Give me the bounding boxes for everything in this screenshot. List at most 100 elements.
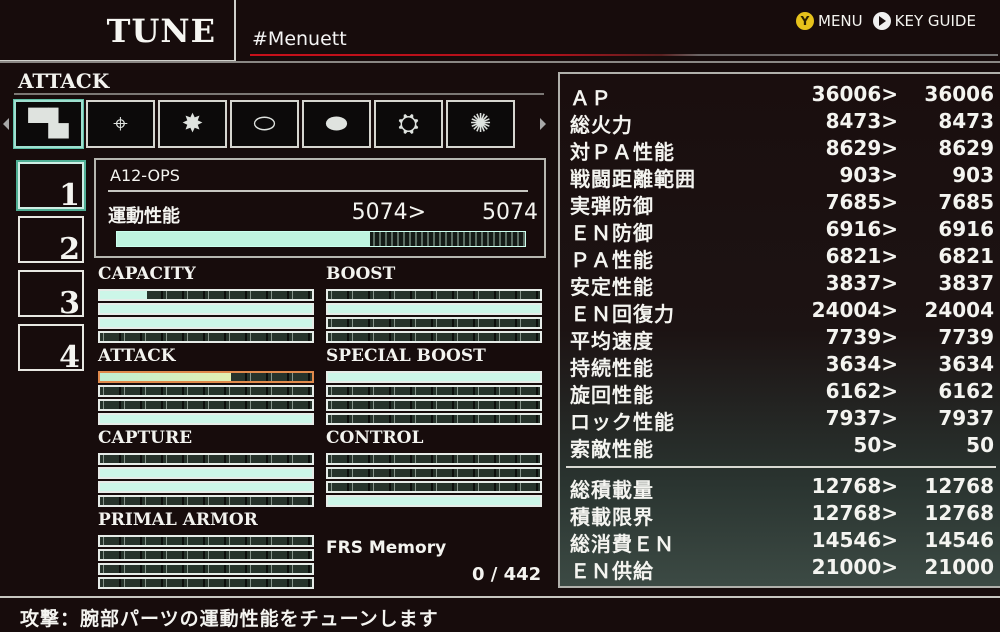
- stat-before: 3837>: [825, 271, 898, 295]
- stat-after: 6916: [938, 217, 994, 241]
- tune-bar[interactable]: [98, 577, 314, 589]
- part-category-strip: ▀▙ ⌖ ✸ ⬭ ⬬ ⛭ ✺: [14, 100, 515, 148]
- stat-after: 14546: [924, 528, 994, 552]
- part-category-core[interactable]: ✺: [446, 100, 515, 148]
- tune-bar-fill: [100, 291, 147, 299]
- stat-row: 総火力 8473> 8473: [568, 109, 998, 137]
- tune-group-title: CAPACITY: [98, 264, 196, 284]
- tune-bar[interactable]: [326, 495, 542, 507]
- tune-bar[interactable]: [98, 371, 314, 383]
- stat-row: 戦闘距離範囲 903> 903: [568, 163, 998, 191]
- title-underline: [250, 54, 998, 56]
- tune-bar[interactable]: [326, 289, 542, 301]
- footer-divider: [0, 596, 1000, 598]
- tune-bar[interactable]: [326, 467, 542, 479]
- stat-before: 21000>: [811, 555, 898, 579]
- stat-after: 8629: [938, 136, 994, 160]
- tune-bar-fill: [100, 319, 312, 327]
- tuned-stat-bar[interactable]: [116, 231, 526, 247]
- tune-bar[interactable]: [98, 535, 314, 547]
- stat-row: 平均速度 7739> 7739: [568, 325, 998, 353]
- tune-group-title: ATTACK: [98, 346, 176, 366]
- frs-memory-label: FRS Memory: [326, 538, 447, 558]
- part-category-explosion[interactable]: ✸: [158, 100, 227, 148]
- tune-bar[interactable]: [326, 481, 542, 493]
- stat-before: 24004>: [811, 298, 898, 322]
- tune-bar[interactable]: [98, 385, 314, 397]
- stat-before: 8473>: [825, 109, 898, 133]
- play-button-icon: [872, 12, 891, 30]
- tune-bar[interactable]: [326, 317, 542, 329]
- tune-bar[interactable]: [98, 331, 314, 343]
- tune-bar[interactable]: [326, 331, 542, 343]
- tune-bar[interactable]: [98, 289, 314, 301]
- explosion-icon: ✸: [181, 109, 204, 139]
- tune-bar[interactable]: [98, 495, 314, 507]
- stat-row: 持続性能 3634> 3634: [568, 352, 998, 380]
- mech-leg-icon: ⛭: [398, 108, 419, 139]
- tune-slot-1[interactable]: 1: [18, 162, 84, 213]
- tune-bar[interactable]: [326, 413, 542, 425]
- stat-after: 6821: [938, 244, 994, 268]
- tune-bar[interactable]: [98, 317, 314, 329]
- part-category-scope[interactable]: ⌖: [86, 100, 155, 148]
- stat-row: 対ＰＡ性能 8629> 8629: [568, 136, 998, 164]
- tune-bar[interactable]: [98, 549, 314, 561]
- tune-bar[interactable]: [98, 563, 314, 575]
- part-category-shell[interactable]: ⬬: [302, 100, 371, 148]
- stat-label: 積載限界: [570, 505, 654, 529]
- tune-bar-fill: [328, 497, 540, 505]
- scroll-right-arrow-icon[interactable]: [540, 118, 546, 130]
- tune-bar[interactable]: [98, 303, 314, 315]
- tune-bar-fill: [100, 305, 312, 313]
- tune-bar[interactable]: [98, 413, 314, 425]
- tune-bar[interactable]: [326, 453, 542, 465]
- stat-row: 積載限界 12768> 12768: [568, 501, 998, 529]
- tune-slot-number: 3: [59, 286, 80, 321]
- stat-label: 持続性能: [570, 356, 654, 380]
- tune-bar[interactable]: [98, 467, 314, 479]
- tune-bar[interactable]: [326, 399, 542, 411]
- stat-before: 903>: [839, 163, 898, 187]
- tuned-stat-before: 5074>: [351, 200, 426, 225]
- stat-before: 3634>: [825, 352, 898, 376]
- tune-bar[interactable]: [326, 303, 542, 315]
- stat-before: 50>: [853, 433, 898, 457]
- tune-group-title: PRIMAL ARMOR: [98, 510, 258, 530]
- tune-slot-2[interactable]: 2: [18, 216, 84, 267]
- stat-after: 903: [952, 163, 994, 187]
- stat-after: 6162: [938, 379, 994, 403]
- stat-row: ＥＮ供給 21000> 21000: [568, 555, 998, 583]
- stat-row: ＰＡ性能 6821> 6821: [568, 244, 998, 272]
- tune-slot-number: 4: [59, 340, 80, 375]
- part-category-mech-leg[interactable]: ⛭: [374, 100, 443, 148]
- tune-bar[interactable]: [98, 481, 314, 493]
- y-button-icon: Y: [796, 12, 814, 30]
- core-icon: ✺: [469, 109, 492, 139]
- tune-bar[interactable]: [326, 385, 542, 397]
- part-category-arm-weapon[interactable]: ▀▙: [14, 100, 83, 148]
- part-category-missile[interactable]: ⬭: [230, 100, 299, 148]
- missile-icon: ⬭: [253, 108, 276, 139]
- stat-after: 8473: [938, 109, 994, 133]
- tune-slot-4[interactable]: 4: [18, 324, 84, 375]
- stat-row: 索敵性能 50> 50: [568, 433, 998, 461]
- tune-bar-fill: [100, 373, 232, 381]
- tune-bar-fill: [328, 373, 540, 381]
- tune-bar-fill: [100, 483, 312, 491]
- tune-bar[interactable]: [98, 399, 314, 411]
- hint-menu-label[interactable]: MENU: [818, 12, 863, 30]
- scroll-left-arrow-icon[interactable]: [3, 118, 9, 130]
- screen-title: TUNE: [106, 12, 216, 50]
- hint-key-guide-label[interactable]: KEY GUIDE: [895, 12, 976, 30]
- stat-after: 12768: [924, 474, 994, 498]
- stat-label: 旋回性能: [570, 383, 654, 407]
- tune-bar-fill: [100, 415, 312, 423]
- tune-bar[interactable]: [326, 371, 542, 383]
- tune-bar[interactable]: [98, 453, 314, 465]
- tune-slot-3[interactable]: 3: [18, 270, 84, 321]
- tuned-stat-label: 運動性能: [108, 206, 180, 227]
- stat-before: 7739>: [825, 325, 898, 349]
- stat-before: 12768>: [811, 501, 898, 525]
- stat-after: 7937: [938, 406, 994, 430]
